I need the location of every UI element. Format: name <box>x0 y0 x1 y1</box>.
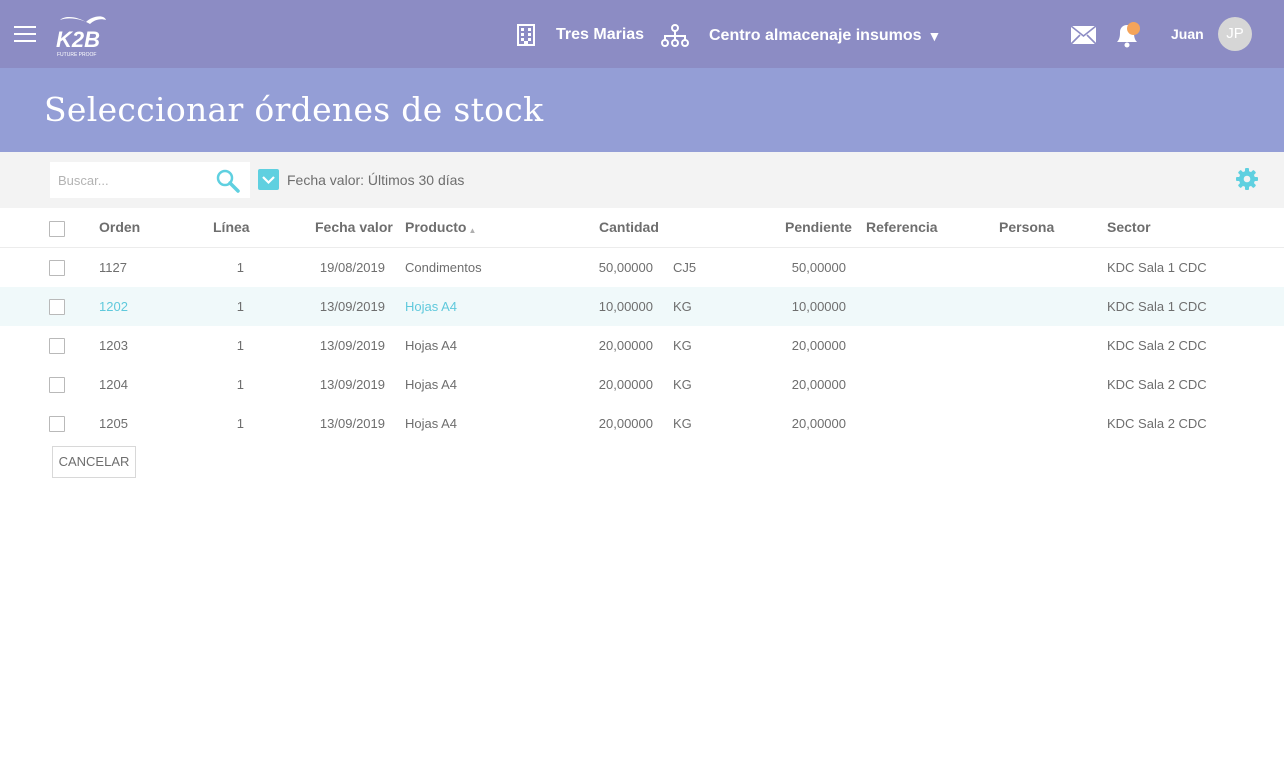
cell-sector: KDC Sala 2 CDC <box>1107 377 1207 392</box>
cell-unidad: KG <box>673 377 692 392</box>
filter-bar: Fecha valor: Últimos 30 días <box>0 152 1284 208</box>
notifications-button[interactable] <box>1114 20 1144 48</box>
cell-pendiente: 20,00000 <box>791 416 846 431</box>
top-bar: K2B FUTURE PROOF Tres Marias Centro alma… <box>0 0 1284 68</box>
cell-fecha-valor: 13/09/2019 <box>319 338 385 353</box>
cell-producto-link[interactable]: Hojas A4 <box>405 287 457 326</box>
cell-sector: KDC Sala 1 CDC <box>1107 299 1207 314</box>
cell-producto: Hojas A4 <box>405 377 458 392</box>
cell-cantidad: 20,00000 <box>598 416 653 431</box>
hamburger-menu-icon[interactable] <box>14 26 36 42</box>
table-header: Orden Línea Fecha valor Producto ▲ Cantid… <box>0 208 1284 248</box>
building-icon <box>517 24 535 46</box>
cell-fecha-valor: 13/09/2019 <box>319 299 385 314</box>
date-filter-label: Fecha valor: Últimos 30 días <box>287 172 465 188</box>
row-checkbox[interactable] <box>49 338 65 354</box>
cell-unidad: KG <box>673 338 692 353</box>
column-header-sector[interactable]: Sector <box>1107 208 1151 246</box>
cell-producto: Condimentos <box>405 260 482 275</box>
avatar[interactable]: JP <box>1218 17 1252 51</box>
row-checkbox[interactable] <box>49 416 65 432</box>
svg-text:FUTURE PROOF: FUTURE PROOF <box>57 52 96 58</box>
cell-unidad: CJ5 <box>673 260 697 275</box>
table-row[interactable]: 1204 1 13/09/2019 Hojas A4 20,00000 KG 2… <box>0 365 1284 404</box>
table-row[interactable]: 1127 1 19/08/2019 Condimentos 50,00000 C… <box>0 248 1284 287</box>
cell-orden: 1205 <box>99 416 128 431</box>
cell-linea: 1 <box>236 338 244 353</box>
search-icon[interactable] <box>215 168 241 194</box>
cell-cantidad: 50,00000 <box>598 260 653 275</box>
cell-producto: Hojas A4 <box>405 416 458 431</box>
cell-linea: 1 <box>236 299 244 314</box>
stock-orders-table: Orden Línea Fecha valor Producto ▲ Cantid… <box>0 208 1284 443</box>
cancel-button[interactable]: CANCELAR <box>52 446 136 478</box>
k2b-logo[interactable]: K2B FUTURE PROOF <box>54 14 110 58</box>
column-header-referencia[interactable]: Referencia <box>866 208 938 246</box>
cell-cantidad: 20,00000 <box>598 377 653 392</box>
cell-linea: 1 <box>236 416 244 431</box>
user-name[interactable]: Juan <box>1171 26 1204 42</box>
cell-cantidad: 10,00000 <box>598 299 653 314</box>
company-name: Tres Marias <box>556 26 645 43</box>
company-selector[interactable]: Tres Marias <box>516 24 644 46</box>
row-checkbox[interactable] <box>49 377 65 393</box>
search-box <box>50 162 250 198</box>
cell-pendiente: 20,00000 <box>791 377 846 392</box>
column-header-cantidad[interactable]: Cantidad <box>599 208 659 246</box>
column-header-persona[interactable]: Persona <box>999 208 1054 246</box>
cell-orden: 1127 <box>99 260 127 275</box>
cell-sector: KDC Sala 1 CDC <box>1107 260 1207 275</box>
column-header-fecha-valor[interactable]: Fecha valor <box>315 208 393 246</box>
sort-ascending-icon: ▲ <box>468 226 477 235</box>
page-title: Seleccionar órdenes de stock <box>44 90 544 129</box>
column-header-orden[interactable]: Orden <box>99 208 140 246</box>
row-checkbox[interactable] <box>49 260 65 276</box>
cell-orden-link[interactable]: 1202 <box>99 287 128 326</box>
table-row[interactable]: 1205 1 13/09/2019 Hojas A4 20,00000 KG 2… <box>0 404 1284 443</box>
cell-pendiente: 50,00000 <box>791 260 846 275</box>
cell-sector: KDC Sala 2 CDC <box>1107 416 1207 431</box>
column-header-linea[interactable]: Línea <box>213 208 250 246</box>
cell-pendiente: 20,00000 <box>791 338 846 353</box>
cell-fecha-valor: 13/09/2019 <box>319 416 385 431</box>
select-all-checkbox[interactable] <box>49 221 65 237</box>
column-header-producto[interactable]: Producto ▲ <box>405 208 476 249</box>
org-tree-icon <box>661 24 689 47</box>
cell-unidad: KG <box>673 416 692 431</box>
gear-icon[interactable] <box>1235 167 1259 191</box>
title-bar: Seleccionar órdenes de stock <box>0 68 1284 152</box>
search-input[interactable] <box>50 162 210 198</box>
cell-sector: KDC Sala 2 CDC <box>1107 338 1207 353</box>
chevron-down-icon: ▼ <box>927 28 942 44</box>
cell-linea: 1 <box>236 377 244 392</box>
cell-cantidad: 20,00000 <box>598 338 653 353</box>
cell-unidad: KG <box>673 299 692 314</box>
cell-fecha-valor: 19/08/2019 <box>319 260 385 275</box>
cell-orden: 1203 <box>99 338 128 353</box>
svg-text:K2B: K2B <box>56 27 100 52</box>
center-name: Centro almacenaje insumos <box>709 27 922 44</box>
cell-fecha-valor: 13/09/2019 <box>319 377 385 392</box>
column-header-producto-label: Producto <box>405 219 467 235</box>
notification-badge <box>1127 22 1140 35</box>
cell-linea: 1 <box>236 260 244 275</box>
date-filter-checkbox[interactable] <box>258 169 279 190</box>
table-row-highlighted[interactable]: 1202 1 13/09/2019 Hojas A4 10,00000 KG 1… <box>0 287 1284 326</box>
cell-orden: 1204 <box>99 377 128 392</box>
column-header-pendiente[interactable]: Pendiente <box>785 208 852 246</box>
check-icon <box>262 176 275 185</box>
row-checkbox[interactable] <box>49 299 65 315</box>
cell-pendiente: 10,00000 <box>791 299 846 314</box>
table-row[interactable]: 1203 1 13/09/2019 Hojas A4 20,00000 KG 2… <box>0 326 1284 365</box>
center-selector[interactable]: Centro almacenaje insumos ▼ <box>661 24 941 48</box>
cell-producto: Hojas A4 <box>405 338 458 353</box>
mail-icon[interactable] <box>1070 25 1097 45</box>
